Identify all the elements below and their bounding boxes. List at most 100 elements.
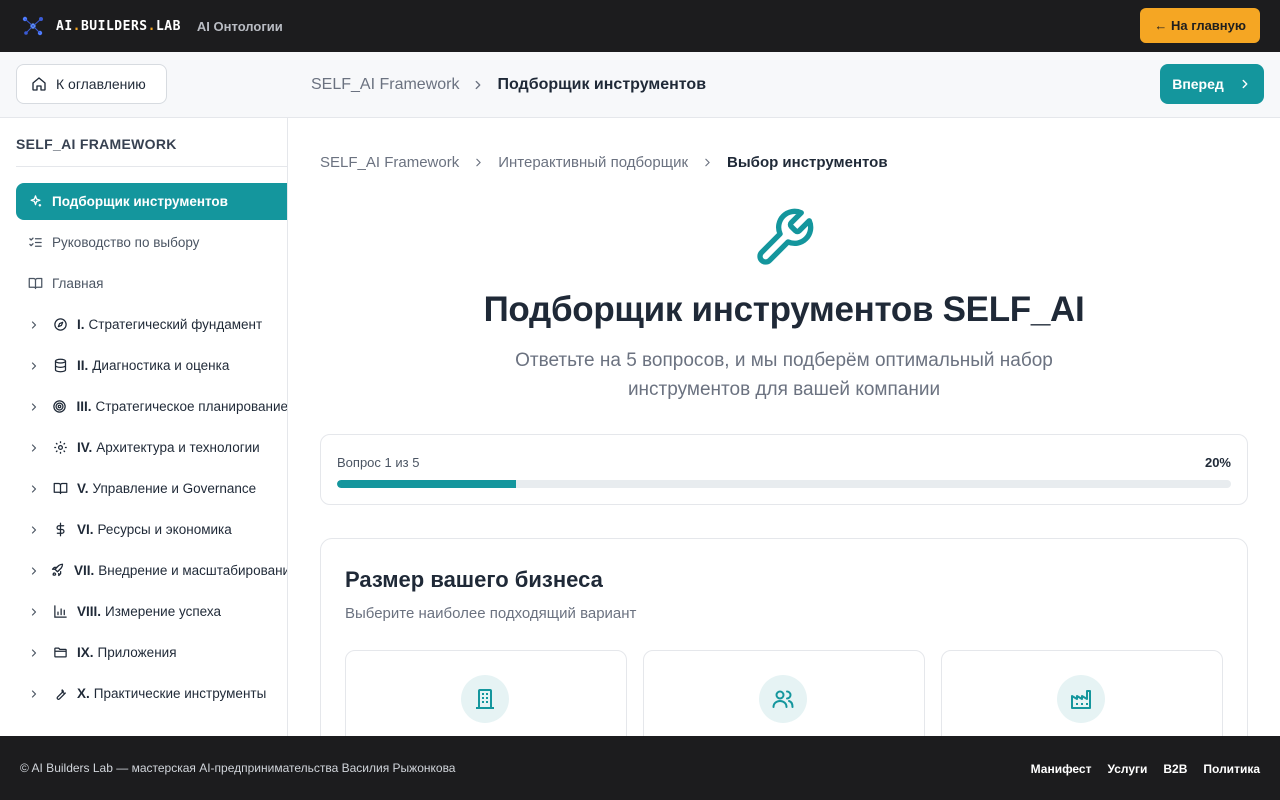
section-label: Измерение успеха	[105, 604, 221, 619]
section-label: Архитектура и технологии	[96, 440, 260, 455]
chevron-right-icon	[28, 483, 42, 495]
question-card: Размер вашего бизнеса Выберите наиболее …	[320, 538, 1248, 736]
page-subtitle: Ответьте на 5 вопросов, и мы подберём оп…	[515, 350, 1053, 400]
section-number: V.	[77, 481, 89, 496]
section-label: Приложения	[97, 645, 177, 660]
building-icon	[476, 689, 494, 709]
chevron-right-icon	[28, 442, 42, 454]
logo-text: AI.BUILDERS.LAB	[56, 18, 181, 34]
logo-mark-icon	[22, 16, 43, 36]
option-icon-circle	[759, 675, 807, 723]
chevron-right-icon	[472, 156, 485, 169]
sidebar-section-8[interactable]: VIII. Измерение успеха	[16, 593, 287, 630]
chevron-right-icon	[701, 156, 714, 169]
option-icon-circle	[461, 675, 509, 723]
factory-icon	[1071, 690, 1091, 709]
breadcrumb-current: Подборщик инструментов	[497, 76, 707, 93]
database-icon	[52, 358, 68, 374]
chevron-right-icon	[28, 319, 42, 331]
footer-copyright: © AI Builders Lab — мастерская AI-предпр…	[20, 761, 456, 775]
progress-percent: 20%	[1204, 455, 1231, 470]
checklist-icon	[27, 235, 43, 251]
bar-chart-icon	[52, 604, 68, 620]
sidebar-item-label: Руководство по выбору	[52, 235, 200, 250]
sparkle-icon	[27, 194, 43, 210]
option-card[interactable]	[643, 650, 925, 736]
gear-icon	[52, 440, 68, 456]
footer-link-b2b[interactable]: B2B	[1163, 762, 1187, 776]
progress-track	[337, 480, 1231, 488]
chevron-right-icon	[28, 688, 42, 700]
next-button-label: Вперед	[1172, 76, 1224, 92]
section-number: IV.	[77, 440, 93, 455]
section-label: Стратегический фундамент	[88, 317, 263, 332]
home-button[interactable]: ← На главную	[1140, 8, 1260, 43]
rocket-icon	[50, 563, 65, 579]
main-content: SELF_AI Framework Интерактивный подборщи…	[288, 118, 1280, 736]
footer: © AI Builders Lab — мастерская AI-предпр…	[0, 736, 1280, 800]
page-title: Подборщик инструментов SELF_AI	[483, 290, 1085, 329]
sidebar-item-tool-picker[interactable]: Подборщик инструментов	[16, 183, 287, 220]
section-number: X.	[77, 686, 90, 701]
sidebar-section-2[interactable]: II. Диагностика и оценка	[16, 347, 287, 384]
sidebar-section-3[interactable]: III. Стратегическое планирование	[16, 388, 287, 425]
breadcrumb-item[interactable]: Интерактивный подборщик	[498, 154, 688, 171]
footer-link-services[interactable]: Услуги	[1107, 762, 1147, 776]
toc-button[interactable]: К оглавлению	[16, 64, 167, 104]
section-label: Ресурсы и экономика	[97, 522, 232, 537]
sidebar-section-5[interactable]: V. Управление и Governance	[16, 470, 287, 507]
next-button[interactable]: Вперед	[1160, 64, 1264, 104]
breadcrumb-item[interactable]: SELF_AI Framework	[311, 76, 459, 94]
option-card[interactable]	[345, 650, 627, 736]
section-label: Внедрение и масштабирование	[98, 563, 288, 578]
footer-link-manifesto[interactable]: Манифест	[1031, 762, 1092, 776]
chevron-right-icon	[28, 360, 42, 372]
navigation-bar: К оглавлению SELF_AI Framework Подборщик…	[0, 52, 1280, 118]
option-icon-circle	[1057, 675, 1105, 723]
option-card[interactable]	[941, 650, 1223, 736]
logo[interactable]: AI.BUILDERS.LAB	[20, 13, 181, 39]
compass-icon	[52, 317, 68, 333]
sidebar-item-selection-guide[interactable]: Руководство по выбору	[16, 224, 287, 261]
sidebar-item-main[interactable]: Главная	[16, 265, 287, 302]
section-label: Практические инструменты	[93, 686, 267, 701]
question-title: Размер вашего бизнеса	[345, 567, 603, 592]
sidebar-section-6[interactable]: VI. Ресурсы и экономика	[16, 511, 287, 548]
sidebar-title: SELF_AI FRAMEWORK	[16, 136, 177, 152]
chevron-right-icon	[28, 524, 42, 536]
home-icon	[32, 77, 46, 91]
breadcrumb-current: Выбор инструментов	[727, 154, 888, 171]
chevron-right-icon	[28, 606, 42, 618]
breadcrumb: SELF_AI Framework Подборщик инструментов	[311, 76, 706, 94]
sidebar-section-4[interactable]: IV. Архитектура и технологии	[16, 429, 287, 466]
sidebar-section-7[interactable]: VII. Внедрение и масштабирование	[16, 552, 288, 589]
folder-icon	[52, 645, 68, 661]
toc-button-label: К оглавлению	[56, 76, 146, 92]
section-number: II.	[77, 358, 89, 373]
wrench-icon	[52, 686, 68, 702]
sidebar-section-1[interactable]: I. Стратегический фундамент	[16, 306, 287, 343]
page-breadcrumb: SELF_AI Framework Интерактивный подборщи…	[320, 154, 888, 171]
section-number: VIII.	[77, 604, 102, 619]
progress-fill	[337, 480, 516, 488]
target-icon	[52, 399, 68, 415]
sidebar-divider	[16, 166, 287, 167]
footer-link-policy[interactable]: Политика	[1203, 762, 1260, 776]
header-section-label[interactable]: AI Онтологии	[197, 19, 283, 34]
sidebar-section-9[interactable]: IX. Приложения	[16, 634, 287, 671]
breadcrumb-item[interactable]: SELF_AI Framework	[320, 154, 459, 171]
footer-links: Манифест Услуги B2B Политика	[1031, 762, 1260, 776]
sidebar-section-10[interactable]: X. Практические инструменты	[16, 675, 287, 712]
chevron-right-icon	[1242, 79, 1248, 89]
chevron-right-icon	[28, 401, 42, 413]
dollar-icon	[52, 522, 68, 538]
chevron-right-icon	[471, 78, 485, 92]
sidebar-item-label: Подборщик инструментов	[52, 194, 228, 209]
section-number: I.	[77, 317, 85, 332]
users-icon	[772, 690, 794, 708]
section-number: III.	[76, 399, 92, 414]
section-label: Диагностика и оценка	[92, 358, 230, 373]
section-label: Управление и Governance	[92, 481, 257, 496]
section-number: VI.	[77, 522, 94, 537]
section-number: VII.	[74, 563, 95, 578]
